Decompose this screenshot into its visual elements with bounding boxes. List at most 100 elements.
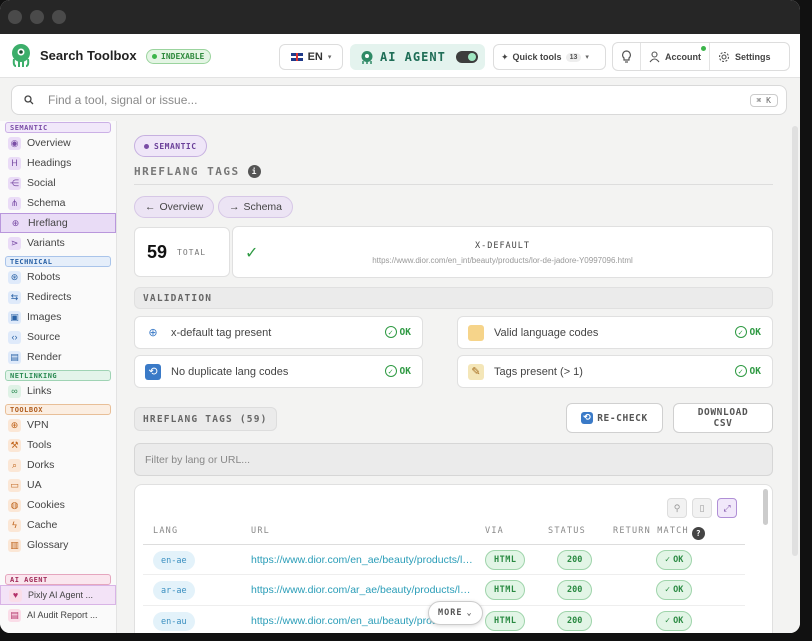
- maximize-window-button[interactable]: [52, 10, 66, 24]
- account-button[interactable]: Account: [641, 43, 710, 70]
- pin-icon[interactable]: ⚲: [667, 498, 687, 518]
- sidebar-item-label: Social: [27, 177, 56, 189]
- ai-agent-switch[interactable]: [455, 51, 478, 63]
- x-default-card: ✓ X-DEFAULT https://www.dior.com/en_int/…: [232, 226, 773, 278]
- check-status-text: OK: [399, 365, 411, 377]
- column-header-lang[interactable]: LANG: [153, 526, 178, 536]
- minimize-window-button[interactable]: [30, 10, 44, 24]
- prev-label: Overview: [159, 201, 204, 213]
- sidebar-item-schema[interactable]: ⋔ Schema: [0, 193, 116, 213]
- sidebar-item-variants[interactable]: ⋗ Variants: [0, 233, 116, 253]
- download-csv-button[interactable]: DOWNLOAD CSV: [673, 403, 773, 433]
- recheck-button[interactable]: ⟲ RE-CHECK: [566, 403, 663, 433]
- globe-icon: ⊕: [9, 216, 22, 230]
- close-window-button[interactable]: [8, 10, 22, 24]
- column-header-via[interactable]: VIA: [485, 526, 504, 536]
- brand[interactable]: Search Toolbox: [10, 42, 137, 68]
- csv-label: CSV: [713, 418, 733, 429]
- sidebar-item-label: Cache: [27, 519, 58, 531]
- language-select[interactable]: EN ▾: [279, 44, 343, 70]
- sidebar-item-images[interactable]: ▣ Images: [0, 307, 116, 327]
- heading-icon: H: [8, 156, 21, 170]
- globe-icon: ⊕: [148, 327, 158, 339]
- column-header-return-match[interactable]: RETURN MATCH?: [613, 526, 705, 540]
- sidebar-item-label: Glossary: [27, 539, 69, 551]
- more-button[interactable]: MORE ⌄: [428, 601, 483, 625]
- lightning-icon: ϟ: [8, 518, 21, 532]
- sidebar-item-dorks[interactable]: ⌕ Dorks: [0, 455, 116, 475]
- sidebar-item-render[interactable]: ▤ Render: [0, 347, 116, 367]
- check-icon: ✓: [665, 555, 671, 565]
- sidebar-section-netlinking: NETLINKING: [5, 370, 111, 381]
- sidebar-item-glossary[interactable]: ▥ Glossary: [0, 535, 116, 555]
- column-header-status[interactable]: STATUS: [548, 526, 586, 536]
- x-default-url[interactable]: https://www.dior.com/en_int/beauty/produ…: [233, 256, 772, 265]
- uk-flag-icon: [290, 53, 303, 61]
- section-badge-label: SEMANTIC: [154, 141, 197, 151]
- compact-view-icon[interactable]: ▯: [692, 498, 712, 518]
- sidebar-item-robots[interactable]: ⊛ Robots: [0, 267, 116, 287]
- ai-agent-label: AI AGENT: [380, 50, 446, 64]
- search-input[interactable]: [48, 93, 736, 107]
- prev-overview-button[interactable]: ← Overview: [134, 196, 215, 218]
- sidebar-item-ai-audit-report[interactable]: ▤ AI Audit Report ...: [0, 605, 116, 625]
- sidebar-section-semantic: SEMANTIC: [5, 122, 111, 133]
- filter-field[interactable]: [134, 443, 773, 476]
- sidebar-item-tools[interactable]: ⚒ Tools: [0, 435, 116, 455]
- sidebar-item-vpn[interactable]: ⊕ VPN: [0, 415, 116, 435]
- table-scrollbar[interactable]: [763, 489, 768, 525]
- column-header-url[interactable]: URL: [251, 526, 270, 536]
- x-default-label: X-DEFAULT: [474, 241, 531, 251]
- sidebar-section-technical: TECHNICAL: [5, 256, 111, 267]
- url-link[interactable]: https://www.dior.com/en_ae/beauty/produc…: [251, 554, 473, 566]
- status-dot-icon: [152, 54, 157, 59]
- sidebar-item-source[interactable]: ‹› Source: [0, 327, 116, 347]
- render-icon: ▤: [8, 350, 21, 364]
- divider: [134, 184, 773, 185]
- match-text: OK: [673, 555, 684, 565]
- sidebar-item-social[interactable]: ⋲ Social: [0, 173, 116, 193]
- global-search[interactable]: ⌘ K: [11, 85, 787, 115]
- tips-button[interactable]: [613, 43, 641, 70]
- next-schema-button[interactable]: → Schema: [218, 196, 294, 218]
- quick-tools-count: 13: [565, 52, 582, 62]
- info-icon[interactable]: i: [247, 165, 261, 178]
- url-link[interactable]: https://www.dior.com/ar_ae/beauty/produc…: [251, 584, 473, 596]
- sidebar-item-label: Hreflang: [28, 217, 68, 229]
- match-text: OK: [673, 585, 684, 595]
- refresh-icon: ⟲: [145, 363, 161, 380]
- sidebar-item-cache[interactable]: ϟ Cache: [0, 515, 116, 535]
- settings-button[interactable]: Settings: [710, 43, 779, 70]
- total-card: 59 TOTAL: [134, 227, 230, 277]
- hreflang-tags-header: HREFLANG TAGS (59): [134, 407, 277, 431]
- ai-agent-toggle-group[interactable]: AI AGENT: [350, 44, 485, 70]
- toolbox-logo-icon: [12, 44, 30, 67]
- sidebar-item-hreflang[interactable]: ⊕ Hreflang: [0, 213, 116, 233]
- sidebar-item-label: Pixly AI Agent ...: [28, 590, 94, 600]
- section-badge: SEMANTIC: [134, 135, 207, 157]
- filter-input[interactable]: [145, 453, 772, 466]
- sidebar-item-ua[interactable]: ▭ UA: [0, 475, 116, 495]
- check-tags-present: ✎ Tags present (> 1) ✓ OK: [457, 355, 773, 388]
- sidebar-item-cookies[interactable]: ◍ Cookies: [0, 495, 116, 515]
- search-icon: ⌕: [8, 458, 21, 472]
- sidebar-item-pixly-ai-agent[interactable]: ♥ Pixly AI Agent ...: [0, 585, 116, 605]
- download-label: DOWNLOAD: [697, 407, 749, 418]
- arrow-right-icon: →: [229, 201, 240, 213]
- sidebar-item-links[interactable]: ∞ Links: [0, 381, 116, 401]
- account-label: Account: [665, 51, 701, 62]
- help-icon[interactable]: ?: [691, 527, 705, 540]
- expand-icon[interactable]: ⤢: [717, 498, 737, 518]
- lang-code: ar-ae: [153, 581, 195, 600]
- status-badge: 200: [557, 611, 593, 631]
- sidebar-item-headings[interactable]: H Headings: [0, 153, 116, 173]
- sidebar-item-overview[interactable]: ◉ Overview: [0, 133, 116, 153]
- quick-tools-button[interactable]: ✦ Quick tools 13 ▾: [493, 44, 606, 70]
- via-badge: HTML: [485, 611, 526, 631]
- sidebar-item-redirects[interactable]: ⇆ Redirects: [0, 287, 116, 307]
- redirect-icon: ⇆: [8, 290, 21, 304]
- main-scrollbar-thumb[interactable]: [792, 126, 798, 556]
- arrow-left-icon: ←: [145, 201, 156, 213]
- report-icon: ▤: [8, 608, 21, 622]
- indexable-label: INDEXABLE: [161, 52, 205, 61]
